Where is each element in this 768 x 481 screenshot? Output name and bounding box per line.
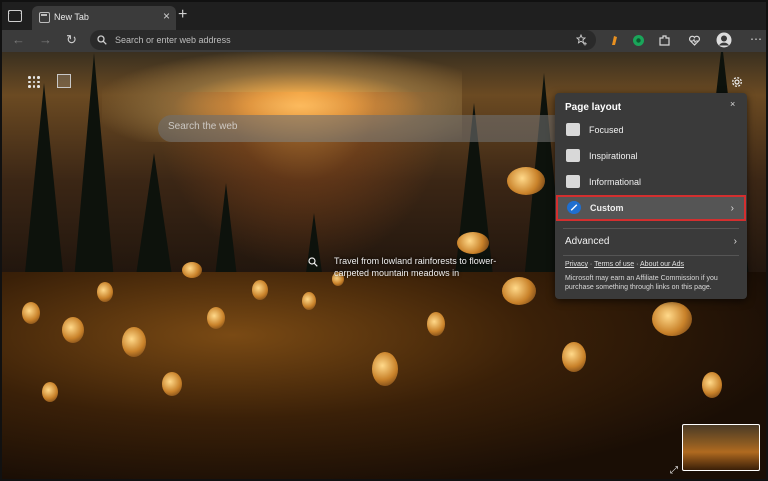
- layout-option-focused[interactable]: Focused: [555, 117, 747, 143]
- health-heart-icon[interactable]: [688, 34, 701, 47]
- search-icon: [97, 35, 107, 45]
- web-search-box[interactable]: [158, 115, 578, 142]
- tab-title: New Tab: [54, 12, 89, 22]
- privacy-link[interactable]: Privacy: [565, 261, 588, 268]
- inspirational-layout-icon: [566, 149, 580, 162]
- new-tab-button[interactable]: +: [178, 7, 187, 23]
- caption-search-icon: [308, 257, 318, 267]
- address-bar[interactable]: Search or enter web address: [90, 30, 596, 50]
- chevron-right-icon[interactable]: ›: [734, 236, 737, 247]
- tab-strip: New Tab × +: [2, 2, 766, 30]
- informational-layout-icon: [566, 175, 580, 188]
- layout-option-informational[interactable]: Informational: [555, 169, 747, 195]
- layout-option-label: Custom: [590, 203, 624, 213]
- divider: [563, 228, 739, 229]
- layout-option-custom[interactable]: Custom ›: [556, 195, 746, 221]
- terms-of-use-link[interactable]: Terms of use: [594, 261, 634, 268]
- broken-image-logo-icon: [57, 74, 71, 88]
- page-layout-flyout: Page layout × Focused Inspirational Info…: [555, 93, 747, 299]
- toolbar: ← → ↻ Search or enter web address ⋯: [2, 30, 766, 52]
- advanced-section-label[interactable]: Advanced: [565, 236, 609, 247]
- new-tab-favicon-icon: [39, 12, 50, 23]
- affiliate-disclaimer: Microsoft may earn an Affiliate Commissi…: [565, 275, 718, 291]
- extension-green-icon[interactable]: [632, 34, 645, 47]
- more-menu-icon[interactable]: ⋯: [750, 32, 763, 46]
- apps-launcher-icon[interactable]: [28, 76, 40, 88]
- tab-close-icon[interactable]: ×: [163, 10, 170, 22]
- background-thumbnail[interactable]: [682, 424, 760, 471]
- layout-option-inspirational[interactable]: Inspirational: [555, 143, 747, 169]
- image-caption[interactable]: Travel from lowland rainforests to flowe…: [308, 255, 508, 279]
- about-our-ads-link[interactable]: About our Ads: [640, 261, 684, 268]
- extensions-icon[interactable]: [658, 34, 671, 47]
- layout-option-label: Focused: [589, 125, 624, 135]
- settings-gear-icon[interactable]: [730, 75, 744, 89]
- extension-orange-icon[interactable]: [608, 34, 621, 47]
- divider: [563, 255, 739, 256]
- image-caption-text[interactable]: Travel from lowland rainforests to flowe…: [334, 255, 508, 279]
- web-search-input[interactable]: [168, 121, 548, 132]
- profile-avatar-icon[interactable]: [716, 32, 732, 48]
- add-favorite-icon[interactable]: [576, 34, 588, 46]
- forward-button[interactable]: →: [39, 32, 52, 48]
- focused-layout-icon: [566, 123, 580, 136]
- browser-window: New Tab × + ← → ↻ Search or enter web ad…: [0, 0, 768, 481]
- custom-pencil-icon: [567, 201, 581, 214]
- layout-option-label: Inspirational: [589, 151, 638, 161]
- layout-option-label: Informational: [589, 177, 642, 187]
- address-input[interactable]: Search or enter web address: [115, 35, 231, 45]
- tab-new-tab[interactable]: New Tab ×: [32, 6, 176, 30]
- close-icon[interactable]: ×: [730, 99, 735, 109]
- back-button[interactable]: ←: [12, 32, 25, 48]
- footer-links: Privacy · Terms of use · About our Ads: [565, 261, 684, 268]
- link-separator: ·: [589, 261, 593, 268]
- tab-actions-icon[interactable]: [8, 8, 24, 24]
- refresh-button[interactable]: ↻: [66, 32, 77, 48]
- expand-icon[interactable]: ⤢: [670, 465, 678, 476]
- flyout-title: Page layout: [565, 102, 622, 113]
- link-separator: ·: [636, 261, 639, 268]
- chevron-right-icon: ›: [730, 203, 734, 214]
